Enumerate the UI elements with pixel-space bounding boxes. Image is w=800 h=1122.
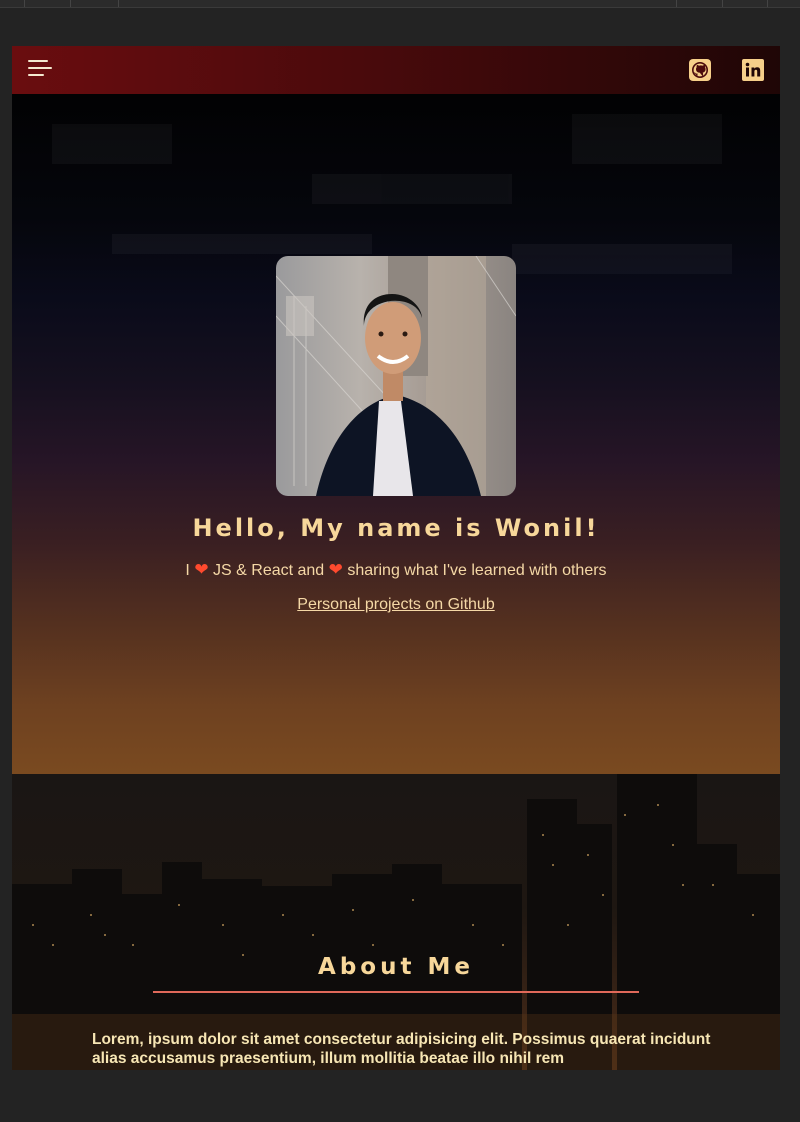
about-heading: About Me	[318, 954, 474, 980]
about-paragraph: Lorem, ipsum dolor sit amet consectetur …	[92, 1031, 711, 1067]
city-skyline-image	[12, 774, 780, 1070]
hamburger-menu-icon[interactable]	[28, 60, 52, 78]
profile-photo	[276, 256, 516, 496]
tagline: I ❤ JS & React and ❤ sharing what I've l…	[12, 560, 780, 580]
greeting-heading: Hello, My name is Wonil!	[192, 514, 600, 542]
github-icon[interactable]	[688, 58, 712, 82]
tagline-text-3: sharing what I've learned with others	[347, 562, 607, 579]
linkedin-icon[interactable]	[741, 58, 765, 82]
navbar	[12, 46, 780, 94]
about-divider	[153, 991, 639, 993]
browser-top-strip	[0, 0, 800, 8]
github-projects-link[interactable]: Personal projects on Github	[12, 596, 780, 614]
heart-icon: ❤	[194, 560, 209, 579]
page-viewport: Hello, My name is Wonil! I ❤ JS & React …	[12, 46, 780, 1070]
about-section	[12, 774, 780, 1070]
heart-icon: ❤	[328, 560, 343, 579]
tagline-text-2: JS & React and	[213, 562, 325, 579]
tagline-text-1: I	[185, 562, 190, 579]
hero-section: Hello, My name is Wonil! I ❤ JS & React …	[12, 94, 780, 774]
